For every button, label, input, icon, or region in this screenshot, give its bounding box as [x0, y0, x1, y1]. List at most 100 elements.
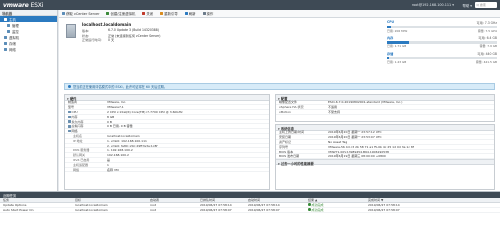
property-key-text: 主机适配器 — [73, 162, 89, 167]
property-key: 型号 — [65, 105, 107, 109]
property-key: 序列号 — [276, 145, 328, 149]
vcenter-icon — [62, 12, 65, 15]
property-key: CPU — [65, 110, 107, 114]
main-content: 获取 vCenter Server 创建/注册虚拟机 关闭 重新引导 刷新 操作… — [59, 10, 500, 191]
property-key-text: 资产标记 — [279, 140, 292, 144]
resource-0: CPU 可用: 7.3 GHz 已用: 206 MHz 容量: 7.5 GHz — [387, 20, 497, 33]
navigator-panel: 导航器 主机 管理 监控 虚拟机 存储 网络 — [0, 10, 58, 191]
resource-head: 存储 可用: 440 GB — [387, 51, 497, 56]
property-value: 名称 VM — [107, 167, 119, 172]
recent-tasks-panel: 近期任务 任务 目标 启动者 已排队时间 启动时间 结果 ▲ 完成时间 ▼ Up… — [0, 191, 500, 244]
task-result-text: 成功完成 — [311, 207, 324, 212]
task-row[interactable]: Auto Start Power On localhost.localdomain… — [0, 208, 500, 213]
column-header-completed[interactable]: 完成时间 ▼ — [368, 198, 428, 202]
property-value: 0 B 已用, 0 B 容量 — [107, 124, 133, 129]
task-completed: 2019/06/27 07:58:14 — [368, 202, 400, 207]
toolbar-label: 重新引导 — [164, 12, 178, 16]
resource-used: 已用: 206 MHz — [387, 28, 408, 33]
host-name: localhost.localdomain — [82, 22, 132, 27]
task-started: 2019/06/27 07:58:14 — [248, 202, 280, 207]
nav-item-networking[interactable]: 网络 — [0, 46, 57, 52]
perf-summary-title[interactable]: ▾ 过去一小时的性能摘要 — [276, 159, 494, 166]
property-value: ESXi-6.7.0-20190802001-standard (VMware,… — [328, 100, 403, 105]
resource-2: 存储 可用: 440 GB 已用: 1.43 GB 容量: 441.5 GB — [387, 51, 497, 64]
vmware-logo: vmware ESXi — [3, 2, 43, 9]
create-vm-button[interactable]: 创建/注册虚拟机 — [106, 11, 135, 16]
property-key: 主机适配器 — [65, 163, 107, 167]
reboot-button[interactable]: 重新引导 — [160, 11, 178, 16]
task-initiator: root — [150, 202, 157, 207]
resource-capacity: 容量: 7.5 GHz — [477, 28, 497, 33]
property-key-text: 永久内存 — [71, 119, 84, 124]
property-key-text: IP 地址 — [73, 138, 83, 143]
resource-free: 可用: 7.3 GHz — [476, 21, 497, 25]
gear-icon — [202, 12, 206, 15]
get-vcenter-button[interactable]: 获取 vCenter Server — [62, 11, 99, 16]
prop-value: 0 天 — [108, 38, 115, 42]
property-key-text: vSphere HA 状况 — [279, 105, 304, 110]
column-header-target[interactable]: 目标 — [75, 198, 150, 202]
toolbar-label: 创建/注册虚拟机 — [110, 12, 136, 16]
monitor-icon — [7, 29, 10, 33]
property-key: 制造商 — [65, 100, 107, 104]
task-name: Auto Start Power On — [3, 207, 34, 212]
property-value: VMware7,1 — [107, 105, 124, 110]
property-key: IPv6 已启用 — [65, 158, 107, 162]
task-target[interactable]: localhost.localdomain — [75, 208, 150, 212]
task-result: 成功完成 — [308, 203, 368, 207]
column-header-initiator[interactable]: 启动者 — [150, 198, 200, 202]
property-value: 不受支持 — [328, 110, 341, 114]
property-icon — [68, 120, 71, 123]
host-icon — [4, 17, 7, 21]
search-input[interactable]: Q 搜索 — [475, 2, 497, 8]
property-key: 永久内存 — [65, 120, 107, 124]
property-key-text: 序列号 — [279, 144, 289, 149]
task-target[interactable]: localhost.localdomain — [75, 203, 150, 207]
nav-label: 存储 — [9, 41, 16, 46]
actions-button[interactable]: 操作 — [202, 11, 214, 16]
reboot-icon — [160, 12, 164, 15]
toolbar-label: 刷新 — [188, 12, 196, 16]
property-key: vSphere HA 状况 — [276, 105, 328, 109]
property-key: 安装日期 — [276, 135, 328, 139]
resource-bar — [387, 25, 497, 29]
user-menu[interactable]: root@192.168.100.111 ▾ — [412, 3, 454, 7]
toolbar-label: 操作 — [206, 12, 214, 16]
property-key-text: 虚拟闪存 — [71, 124, 84, 129]
resource-label: 内存 — [387, 36, 394, 41]
column-header-result[interactable]: 结果 ▲ — [308, 198, 368, 202]
property-key: 资产标记 — [276, 140, 328, 144]
system-info-rows: 主机上的日期/时间 2019年6月20日 星期一 23:57:12 UTC 安装日期… — [276, 130, 494, 160]
shutdown-button[interactable]: 关闭 — [142, 11, 153, 16]
column-header-task[interactable]: 任务 — [3, 198, 75, 202]
property-value: 2019年6月19日 星期三 08:00:00 +0800 — [328, 154, 386, 159]
shutdown-icon — [142, 12, 146, 15]
refresh-button[interactable]: 刷新 — [184, 11, 196, 16]
property-key-text: 型号 — [68, 105, 75, 110]
property-key-text: 网络 — [71, 129, 78, 134]
nav-label: 监控 — [12, 29, 19, 34]
property-key: 网络 — [65, 129, 107, 133]
task-queued: 2019/06/27 07:58:07 — [200, 207, 232, 212]
resource-free: 可用: 6.4 GB — [478, 36, 497, 41]
resource-used: 已用: 1.71 GB — [387, 44, 407, 49]
property-value: 2019年6月20日 星期一 23:57:12 UTC — [328, 130, 382, 135]
property-value: 1. 192.168.100.2 — [107, 148, 133, 153]
resource-fill — [387, 56, 390, 60]
column-header-queued[interactable]: 已排队时间 — [200, 198, 248, 202]
property-key: 主机名 — [65, 134, 107, 138]
property-key-text: 主机上的日期/时间 — [279, 130, 305, 135]
property-value: 1 — [107, 162, 109, 167]
property-row: 网络 名称 VM — [65, 168, 269, 173]
nav-label: 主机 — [9, 17, 16, 22]
nav-label: 网络 — [9, 47, 16, 52]
property-icon — [68, 115, 71, 119]
resource-usage: CPU 可用: 7.3 GHz 已用: 206 MHz 容量: 7.5 GHz 内存 可用… — [387, 20, 497, 75]
property-key: 网络 — [65, 168, 107, 172]
property-key: BIOS 发布日期 — [276, 154, 328, 158]
help-menu[interactable]: 帮助 ▾ — [462, 3, 472, 8]
column-header-started[interactable]: 启动时间 — [248, 198, 308, 202]
resource-foot: 已用: 1.71 GB 容量: 7.9 GB — [387, 44, 497, 48]
notice-text: 您当前正在使用评估模式中的 ESXi，此许可证将在 60 天后过期。 — [73, 85, 167, 89]
nav-label: 虚拟机 — [9, 35, 20, 40]
